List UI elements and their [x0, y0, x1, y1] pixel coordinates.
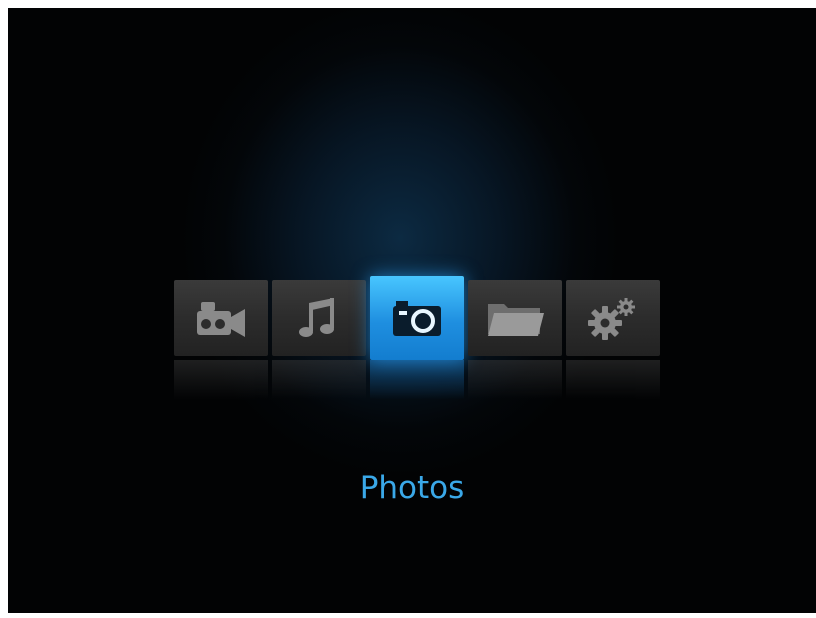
camera-icon — [387, 296, 447, 340]
reflection-tile — [174, 360, 268, 404]
reflection-tile — [468, 360, 562, 404]
selected-item-label: Photos — [359, 470, 465, 506]
menu-item-files[interactable] — [468, 280, 562, 356]
menu-item-photos[interactable] — [370, 276, 464, 360]
menu-item-settings[interactable] — [566, 280, 660, 356]
reflection-tile — [370, 360, 464, 404]
main-menu-bar — [174, 276, 662, 360]
menu-item-videos[interactable] — [174, 280, 268, 356]
folder-icon — [484, 296, 546, 340]
video-camera-icon — [191, 296, 251, 340]
gears-icon — [583, 295, 643, 341]
menu-reflection — [174, 360, 662, 404]
media-home-screen: Photos — [8, 8, 816, 613]
music-note-icon — [294, 295, 344, 341]
reflection-tile — [272, 360, 366, 404]
menu-item-music[interactable] — [272, 280, 366, 356]
reflection-tile — [566, 360, 660, 404]
